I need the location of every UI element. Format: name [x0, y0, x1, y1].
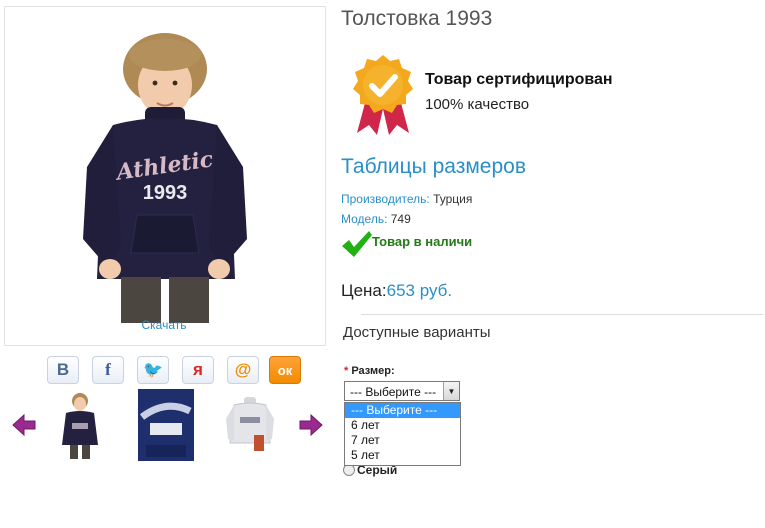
size-label-text: Размер: [351, 365, 395, 377]
odnoklassniki-icon: ок [277, 362, 293, 378]
vkontakte-share-button[interactable]: В [47, 356, 79, 384]
chevron-down-icon[interactable]: ▼ [443, 382, 459, 400]
size-label: * Размер: [344, 365, 395, 377]
thumbnail-2[interactable] [138, 389, 194, 461]
twitter-share-button[interactable]: 🐦 [137, 356, 169, 384]
vkontakte-icon: В [56, 360, 70, 379]
thumbnail-3[interactable] [224, 389, 276, 461]
yaru-icon: я [193, 360, 203, 379]
size-option[interactable]: 7 лет [345, 433, 460, 448]
size-option[interactable]: 6 лет [345, 418, 460, 433]
model-label: Модель: [341, 212, 388, 226]
size-select-value: --- Выберите --- [350, 385, 437, 399]
facebook-icon: f [105, 360, 111, 379]
carousel-next-button[interactable] [298, 412, 324, 438]
manufacturer-label: Производитель: [341, 192, 430, 206]
certificate-badge-icon [351, 53, 415, 137]
size-select[interactable]: --- Выберите --- ▼ [344, 381, 460, 401]
price-label: Цена: [341, 281, 387, 300]
arrow-right-icon [299, 413, 323, 437]
price-value: 653 руб. [386, 281, 453, 300]
arrow-left-icon [12, 413, 36, 437]
sweater-print-year: 1993 [143, 182, 188, 204]
mailru-icon: @ [234, 360, 252, 379]
carousel-prev-button[interactable] [11, 412, 37, 438]
thumbnail-1[interactable] [57, 389, 103, 461]
size-option[interactable]: 5 лет [345, 448, 460, 463]
required-mark: * [344, 365, 349, 377]
stock-status: Товар в наличи [372, 234, 473, 249]
mailru-share-button[interactable]: @ [227, 356, 259, 384]
variants-title: Доступные варианты [343, 324, 491, 341]
size-table-link[interactable]: Таблицы размеров [341, 155, 526, 179]
checkmark-icon [341, 230, 373, 258]
twitter-icon: 🐦 [143, 362, 163, 379]
size-dropdown-list: --- Выберите --- 6 лет 7 лет 5 лет [344, 402, 461, 466]
facebook-share-button[interactable]: f [92, 356, 124, 384]
certificate-title: Товар сертифицирован [425, 71, 613, 88]
yaru-share-button[interactable]: я [182, 356, 214, 384]
main-product-image[interactable]: Athletic 1993 [4, 6, 326, 346]
price-row: Цена:653 руб. [341, 281, 452, 301]
manufacturer-value: Турция [433, 192, 473, 206]
model-row: Модель: 749 [341, 212, 411, 226]
manufacturer-row: Производитель: Турция [341, 192, 472, 206]
odnoklassniki-share-button[interactable]: ок [269, 356, 301, 384]
divider [361, 314, 763, 315]
certificate-subtitle: 100% качество [425, 96, 530, 113]
model-value: 749 [390, 212, 411, 226]
product-title: Толстовка 1993 [341, 7, 493, 30]
download-link[interactable]: Скачать [4, 318, 324, 332]
size-option[interactable]: --- Выберите --- [345, 403, 460, 418]
